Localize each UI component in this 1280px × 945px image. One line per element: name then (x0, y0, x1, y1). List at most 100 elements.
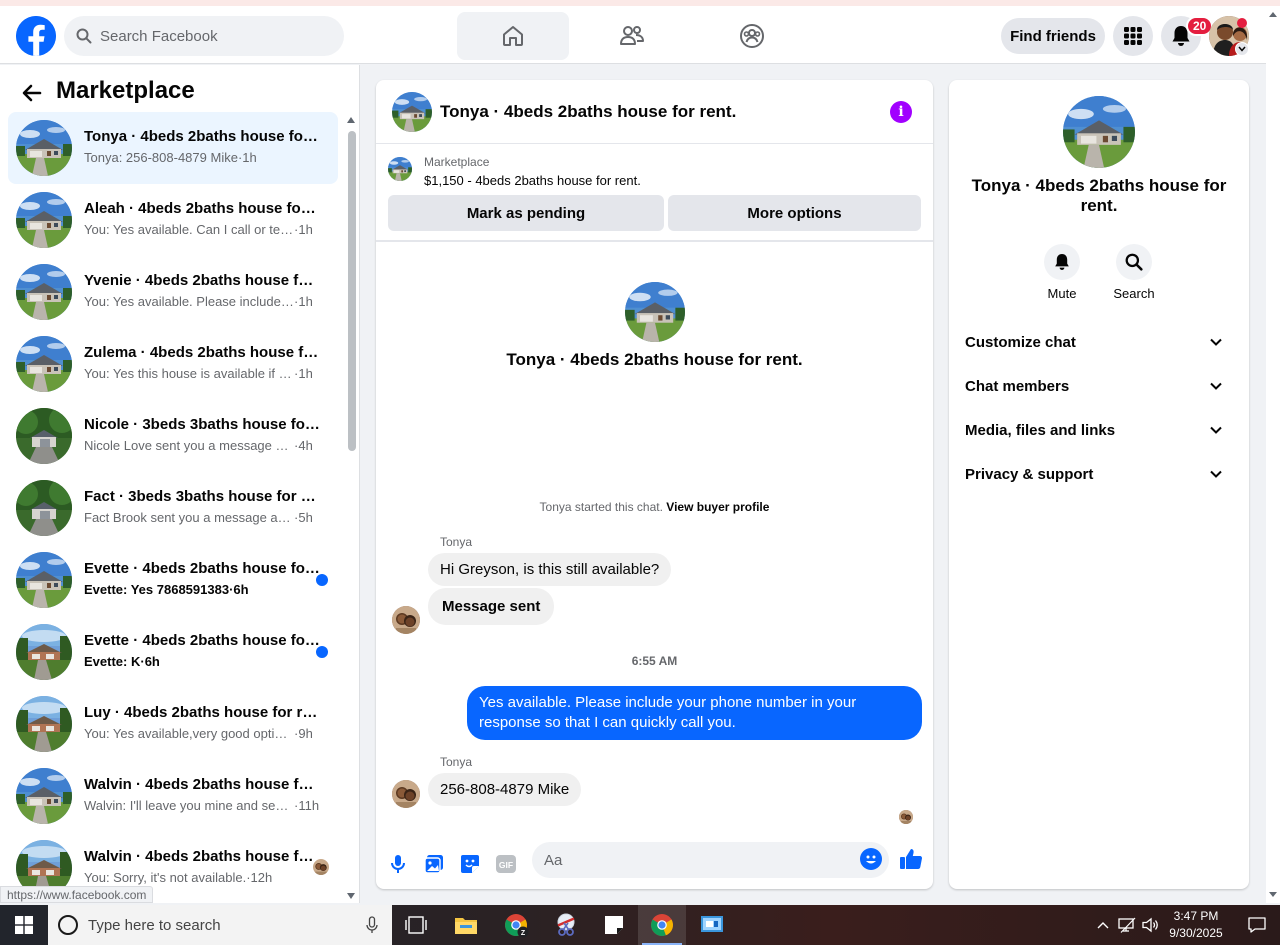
page-scroll-up-icon[interactable] (1269, 12, 1277, 17)
incoming-message[interactable]: Hi Greyson, is this still available? (428, 553, 672, 586)
facebook-search-box[interactable] (64, 16, 344, 56)
sender-avatar[interactable] (392, 780, 420, 808)
file-explorer-icon[interactable] (442, 905, 490, 945)
chat-avatar[interactable] (392, 92, 432, 132)
customize-chat-section[interactable]: Customize chat (957, 320, 1241, 364)
task-view-icon[interactable] (392, 905, 440, 945)
sticker-icon[interactable] (458, 852, 482, 876)
outgoing-message[interactable]: Yes available. Please include your phone… (467, 686, 922, 740)
tab-friends[interactable] (576, 12, 688, 60)
chevron-down-icon (1210, 426, 1222, 434)
thumbs-up-icon[interactable] (898, 846, 924, 872)
conversation-title: Walvin · 4beds 2baths house for rent. (84, 848, 320, 865)
conversation-item[interactable]: Luy · 4beds 2baths house for rent. You: Y… (8, 688, 338, 760)
conversation-item[interactable]: Fact · 3beds 3baths house for rent. Fact … (8, 472, 338, 544)
taskbar-search-box[interactable] (48, 905, 392, 945)
more-options-button[interactable]: More options (668, 195, 921, 231)
privacy-support-section[interactable]: Privacy & support (957, 452, 1241, 496)
mute-action[interactable]: Mute (1027, 244, 1097, 301)
conversation-item[interactable]: Tonya · 4beds 2baths house for rent. Tony… (8, 112, 338, 184)
action-center-icon[interactable] (1234, 905, 1280, 945)
volume-icon[interactable] (1140, 905, 1162, 945)
media-files-links-section[interactable]: Media, files and links (957, 408, 1241, 452)
windows-start-icon[interactable] (0, 905, 48, 945)
search-label: Search (1113, 286, 1155, 301)
listing-price-title[interactable]: $1,150 - 4beds 2baths house for rent. (424, 173, 641, 188)
search-in-chat-button[interactable] (1116, 244, 1152, 280)
taskbar-search-input[interactable] (88, 916, 348, 934)
remote-desktop-icon[interactable] (688, 905, 736, 945)
section-label: Privacy & support (965, 465, 1094, 483)
tab-groups[interactable] (696, 12, 808, 60)
conversation-preview: Evette: Yes 7868591383 · 6h (84, 582, 320, 597)
mute-button[interactable] (1044, 244, 1080, 280)
gif-icon[interactable]: GIF (494, 852, 518, 876)
view-buyer-profile-link[interactable]: View buyer profile (666, 500, 769, 514)
link-hover-status: https://www.facebook.com (0, 886, 154, 903)
scroll-up-arrow-icon[interactable] (347, 117, 355, 123)
account-menu-chevron-icon[interactable] (1235, 42, 1249, 56)
conversation-title: Walvin · 4beds 2baths house for rent. (84, 776, 320, 793)
conversation-time: 6h (233, 582, 249, 597)
emoji-icon[interactable] (860, 848, 882, 870)
info-icon[interactable]: i (890, 101, 912, 123)
system-clock[interactable]: 3:47 PM 9/30/2025 (1160, 908, 1232, 942)
top-navigation: Find friends 20 (0, 6, 1266, 64)
chat-header: Tonya · 4beds 2baths house for rent. i (376, 80, 933, 144)
conversation-preview: You: Yes this house is available if you … (84, 366, 320, 381)
cortana-icon (58, 915, 78, 935)
conversation-title: Zulema · 4beds 2baths house for rent. (84, 344, 320, 361)
sticky-notes-icon[interactable] (590, 905, 638, 945)
facebook-logo-icon[interactable] (16, 16, 56, 56)
conversation-title: Tonya · 4beds 2baths house for rent. (84, 128, 320, 145)
chat-title[interactable]: Tonya · 4beds 2baths house for rent. (440, 102, 736, 122)
search-action[interactable]: Search (1099, 244, 1169, 301)
message-timestamp: 6:55 AM (631, 654, 678, 668)
message-input[interactable] (532, 842, 889, 878)
conversation-item[interactable]: Walvin · 4beds 2baths house for rent. Wal… (8, 760, 338, 832)
show-hidden-icons-chevron-icon[interactable] (1092, 905, 1114, 945)
marketplace-listing-bar: Marketplace $1,150 - 4beds 2baths house … (376, 145, 933, 242)
conversation-item[interactable]: Aleah · 4beds 2baths house for rent. You:… (8, 184, 338, 256)
microphone-icon[interactable] (386, 852, 410, 876)
network-icon[interactable] (1116, 905, 1138, 945)
page-scrollbar[interactable] (1266, 6, 1280, 903)
details-title: Tonya · 4beds 2baths house for rent. (971, 176, 1227, 215)
conversation-time: 6h (144, 654, 160, 669)
microphone-icon[interactable] (366, 916, 378, 934)
page-scroll-down-icon[interactable] (1269, 892, 1277, 897)
conversation-avatar (16, 624, 72, 680)
conversation-item[interactable]: Yvenie · 4beds 2baths house for rent. You… (8, 256, 338, 328)
sidebar-scrollbar-thumb[interactable] (348, 131, 356, 451)
conversation-item[interactable]: Evette · 4beds 2baths house for rent. Eve… (8, 544, 338, 616)
conversation-item[interactable]: Nicole · 3beds 3baths house for rent. Nic… (8, 400, 338, 472)
mark-as-pending-button[interactable]: Mark as pending (388, 195, 664, 231)
photo-icon[interactable] (422, 852, 446, 876)
incoming-message[interactable]: 256-808-4879 Mike (428, 773, 582, 806)
back-arrow-icon[interactable] (18, 79, 46, 107)
unread-dot (316, 646, 328, 658)
groups-icon (740, 24, 764, 48)
facebook-search-input[interactable] (100, 27, 320, 45)
sender-avatar[interactable] (392, 606, 420, 634)
tab-home[interactable] (457, 12, 569, 60)
chat-members-section[interactable]: Chat members (957, 364, 1241, 408)
conversation-snippet: Evette: K (84, 654, 141, 669)
conversation-avatar (16, 120, 72, 176)
scroll-down-arrow-icon[interactable] (347, 893, 355, 899)
details-avatar[interactable] (1063, 96, 1135, 168)
message-sent-card[interactable]: Message sent (428, 588, 555, 625)
chevron-down-icon (1210, 338, 1222, 346)
conversation-item[interactable]: Zulema · 4beds 2baths house for rent. You… (8, 328, 338, 400)
sidebar-scrollbar[interactable] (346, 115, 356, 903)
conversation-item[interactable]: Evette · 4beds 2baths house for rent. Eve… (8, 616, 338, 688)
menu-button[interactable] (1113, 16, 1153, 56)
find-friends-button[interactable]: Find friends (1001, 18, 1105, 54)
listing-thumbnail[interactable] (388, 157, 412, 181)
chrome-profile-icon[interactable]: Z (492, 905, 540, 945)
conversation-title: Nicole · 3beds 3baths house for rent. (84, 416, 320, 433)
conversation-avatar (16, 696, 72, 752)
chrome-icon[interactable] (638, 905, 686, 945)
snipping-tool-icon[interactable] (542, 905, 590, 945)
conversation-title: Aleah · 4beds 2baths house for rent. (84, 200, 320, 217)
